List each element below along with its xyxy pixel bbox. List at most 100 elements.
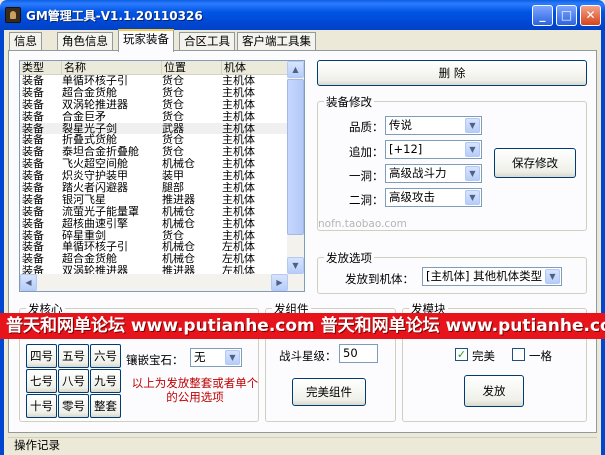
save-changes-button[interactable]: 保存修改 <box>494 148 576 178</box>
minimize-button[interactable]: _ <box>532 5 553 26</box>
cell-location: 机械仓 <box>162 205 195 218</box>
list-row[interactable]: 装备 超合金货舱 货仓 主机体 <box>20 87 288 99</box>
cell-type: 装备 <box>22 122 44 135</box>
list-row[interactable]: 装备 飞火超空间舱 机械仓 主机体 <box>20 158 288 170</box>
cell-location: 货仓 <box>162 134 184 147</box>
column-header-name[interactable]: 名称 <box>62 61 162 75</box>
core-number-button[interactable]: 七号 <box>26 369 57 393</box>
list-row[interactable]: 装备 超核曲速引擎 机械仓 主机体 <box>20 218 288 230</box>
perfect-checkbox[interactable]: ✓ <box>455 348 468 361</box>
cell-name: 裂星光子剑 <box>62 122 117 135</box>
scroll-thumb[interactable] <box>287 79 304 235</box>
core-number-button[interactable]: 零号 <box>58 394 89 418</box>
socket2-label: 二洞： <box>349 193 384 207</box>
send-module-button[interactable]: 发放 <box>464 375 524 407</box>
core-number-button[interactable]: 八号 <box>58 369 89 393</box>
cell-name: 银河飞星 <box>62 193 106 206</box>
core-number-button[interactable]: 四号 <box>26 344 57 368</box>
tab-client-tools[interactable]: 客户端工具集 <box>237 32 316 51</box>
equipment-list-rows: 类型 名称 位置 机体 装备 单循环核子引 货仓 主机体 装备 超合金货舱 货仓 主机体 装备双… <box>20 61 288 277</box>
list-row[interactable]: 装备 超合金货舱 机械仓 左机体 <box>20 253 288 265</box>
list-vertical-scrollbar[interactable]: ▲ ▼ <box>287 61 304 291</box>
cell-name: 合金巨矛 <box>62 110 106 123</box>
cell-type: 装备 <box>22 86 44 99</box>
list-row[interactable]: 装备 单循环核子引 机械仓 左机体 <box>20 241 288 253</box>
core-number-button[interactable]: 十号 <box>26 394 57 418</box>
gem-label: 镶嵌宝石： <box>126 353 184 367</box>
grade-checkbox[interactable] <box>512 348 525 361</box>
gem-select[interactable]: 无 ▼ <box>190 348 242 367</box>
maximize-button[interactable]: □ <box>556 5 577 26</box>
append-select[interactable]: [+12] ▼ <box>385 140 482 159</box>
cell-name: 超合金货舱 <box>62 253 117 266</box>
window-frame-left <box>0 30 4 455</box>
cell-body: 主机体 <box>222 146 255 159</box>
send-target-select[interactable]: [主机体] 其他机体类型 ▼ <box>422 267 562 286</box>
perfect-component-button[interactable]: 完美组件 <box>292 378 366 406</box>
list-row[interactable]: 装备 碎星重剑 货仓 主机体 <box>20 230 288 242</box>
battle-star-input[interactable]: 50 <box>339 344 378 363</box>
list-row[interactable]: 装备 流萤光子能量罩 机械仓 主机体 <box>20 206 288 218</box>
cell-type: 装备 <box>22 146 44 159</box>
cell-location: 机械仓 <box>162 217 195 230</box>
socket1-select[interactable]: 高级战斗力 ▼ <box>385 164 482 183</box>
cell-name: 双涡轮推进器 <box>62 98 128 111</box>
list-horizontal-scrollbar[interactable]: ◀ ▶ <box>20 274 288 291</box>
cell-type: 装备 <box>22 241 44 254</box>
list-row[interactable]: 装备 双涡轮推进器 货仓 主机体 <box>20 99 288 111</box>
cell-name: 流萤光子能量罩 <box>62 205 139 218</box>
list-row[interactable]: 装备 合金巨矛 货仓 主机体 <box>20 111 288 123</box>
cell-body: 主机体 <box>222 182 255 195</box>
chevron-down-icon[interactable]: ▼ <box>465 142 480 157</box>
cell-name: 超合金货舱 <box>62 86 117 99</box>
chevron-down-icon[interactable]: ▼ <box>545 269 560 284</box>
watermark: nofn.taobao.com <box>318 218 407 230</box>
list-row[interactable]: 装备 裂星光子剑 武器 主机体 <box>20 122 288 135</box>
list-row[interactable]: 装备 银河飞星 推进器 主机体 <box>20 194 288 206</box>
delete-button[interactable]: 删 除 <box>317 60 587 86</box>
close-button[interactable]: ✕ <box>580 5 601 26</box>
cell-type: 装备 <box>22 193 44 206</box>
send-target-value: [主机体] 其他机体类型 <box>426 269 543 283</box>
cell-body: 主机体 <box>222 134 255 147</box>
core-number-button[interactable]: 九号 <box>90 369 121 393</box>
equipment-list[interactable]: 类型 名称 位置 机体 装备 单循环核子引 货仓 主机体 装备 超合金货舱 货仓 主机体 装备双… <box>19 60 305 292</box>
chevron-down-icon[interactable]: ▼ <box>465 190 480 205</box>
cell-location: 货仓 <box>162 146 184 159</box>
socket2-value: 高级攻击 <box>389 190 435 204</box>
column-header-type[interactable]: 类型 <box>20 61 62 75</box>
cell-location: 货仓 <box>162 98 184 111</box>
list-row[interactable]: 装备 单循环核子引 货仓 主机体 <box>20 75 288 87</box>
cell-location: 武器 <box>162 122 184 135</box>
chevron-down-icon[interactable]: ▼ <box>465 118 480 133</box>
scroll-right-button[interactable]: ▶ <box>271 274 288 291</box>
scroll-down-button[interactable]: ▼ <box>287 257 304 274</box>
list-row[interactable]: 装备 踏火者闪避器 腿部 主机体 <box>20 182 288 194</box>
tab-character-info[interactable]: 角色信息 <box>57 32 113 51</box>
core-number-button[interactable]: 整套 <box>90 394 121 418</box>
cell-name: 飞火超空间舱 <box>62 158 128 171</box>
core-number-button[interactable]: 五号 <box>58 344 89 368</box>
cell-name: 单循环核子引 <box>62 75 128 87</box>
quality-select[interactable]: 传说 ▼ <box>385 116 482 135</box>
list-row[interactable]: 装备 泰坦合金折叠舱 货仓 主机体 <box>20 146 288 158</box>
chevron-down-icon[interactable]: ▼ <box>465 166 480 181</box>
cell-name: 碎星重剑 <box>62 229 106 242</box>
scroll-left-button[interactable]: ◀ <box>20 274 37 291</box>
cell-type: 装备 <box>22 182 44 195</box>
gem-value: 无 <box>194 350 206 364</box>
list-row[interactable]: 装备 折叠式货舱 货仓 主机体 <box>20 134 288 146</box>
tab-player-equipment[interactable]: 玩家装备 <box>118 29 174 52</box>
tab-server-merge-tool[interactable]: 合区工具 <box>179 32 235 51</box>
socket2-select[interactable]: 高级攻击 ▼ <box>385 188 482 207</box>
chevron-down-icon[interactable]: ▼ <box>225 350 240 365</box>
column-header-body[interactable]: 机体 <box>222 61 288 75</box>
scroll-up-button[interactable]: ▲ <box>287 61 304 78</box>
list-row[interactable]: 装备 炽炎守护装甲 装甲 主机体 <box>20 170 288 182</box>
cell-type: 装备 <box>22 134 44 147</box>
core-number-button[interactable]: 六号 <box>90 344 121 368</box>
title-bar[interactable]: GM管理工具-V1.1.20110326 _ □ ✕ <box>0 0 605 30</box>
operation-log-title: 操作记录 <box>14 438 60 452</box>
column-header-location[interactable]: 位置 <box>162 61 222 75</box>
tab-info[interactable]: 信息 <box>9 32 42 51</box>
